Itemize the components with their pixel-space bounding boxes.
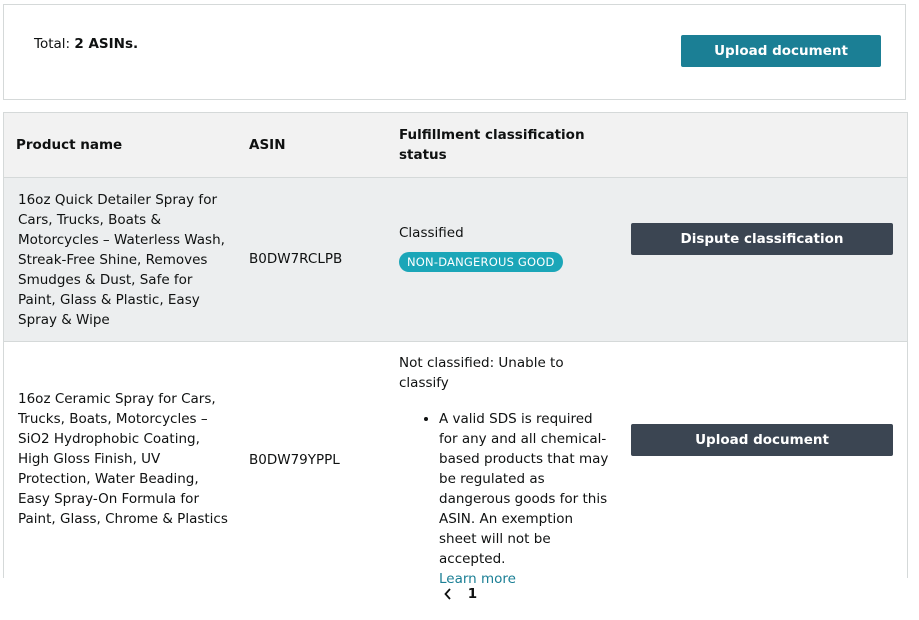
asin-table: Product name ASIN Fulfillment classifica…: [3, 112, 908, 587]
product-name: 16oz Quick Detailer Spray for Cars, Truc…: [18, 192, 225, 328]
list-item: A valid SDS is required for any and all …: [439, 409, 614, 589]
sds-requirement-note: A valid SDS is required for any and all …: [439, 411, 609, 567]
classification-status: Not classified: Unable to classify A val…: [399, 353, 614, 589]
product-name: 16oz Ceramic Spray for Cars, Trucks, Boa…: [18, 391, 228, 527]
total-value: 2 ASINs.: [74, 36, 139, 52]
chevron-left-icon[interactable]: [442, 586, 454, 602]
requirement-list: A valid SDS is required for any and all …: [399, 409, 614, 589]
header-status: Fulfillment classification status: [399, 127, 585, 163]
status-text: Not classified: Unable to classify: [399, 355, 564, 391]
total-count: Total: 2 ASINs.: [34, 36, 138, 52]
table-header: Product name ASIN Fulfillment classifica…: [4, 113, 907, 178]
header-product-name: Product name: [16, 137, 123, 153]
status-badge: NON-DANGEROUS GOOD: [399, 252, 563, 272]
table-row: 16oz Ceramic Spray for Cars, Trucks, Boa…: [4, 342, 907, 587]
pagination: 1: [0, 586, 919, 602]
status-text: Classified: [399, 225, 464, 241]
total-prefix: Total:: [34, 36, 75, 52]
page-number[interactable]: 1: [468, 586, 477, 602]
upload-document-row-button[interactable]: Upload document: [631, 424, 893, 456]
summary-panel: Total: 2 ASINs. Upload document: [3, 4, 906, 100]
dispute-classification-button[interactable]: Dispute classification: [631, 223, 893, 255]
asin-value: B0DW79YPPL: [249, 452, 340, 468]
header-asin: ASIN: [249, 137, 286, 153]
asin-value: B0DW7RCLPB: [249, 251, 343, 267]
table-row: 16oz Quick Detailer Spray for Cars, Truc…: [4, 178, 907, 342]
upload-document-button[interactable]: Upload document: [681, 35, 881, 67]
classification-status: Classified NON-DANGEROUS GOOD: [399, 223, 614, 272]
